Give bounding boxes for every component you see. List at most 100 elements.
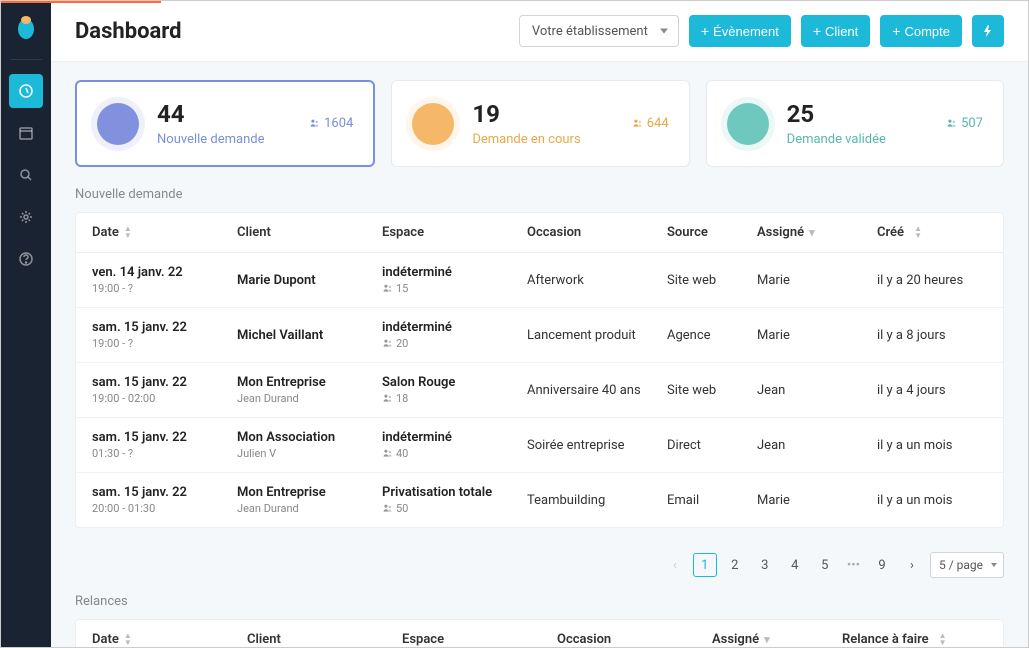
nav-calendar-icon[interactable]	[9, 116, 43, 150]
cell-espace: indéterminé	[382, 265, 527, 280]
cell-cree: il y a un mois	[877, 438, 987, 453]
lightning-icon	[981, 24, 995, 38]
cell-assigne: Marie	[757, 273, 877, 288]
page-prev[interactable]: ‹	[663, 553, 687, 577]
cell-client: Marie Dupont	[237, 273, 382, 288]
table-row[interactable]: sam. 15 janv. 2201:30 - ? Mon Associatio…	[76, 418, 1003, 473]
stat-number: 19	[472, 100, 613, 128]
page-number[interactable]: 2	[723, 553, 747, 577]
nav-settings-icon[interactable]	[9, 200, 43, 234]
plus-icon: +	[892, 23, 900, 39]
cell-time: 01:30 - ?	[92, 447, 237, 460]
cell-occasion: Soirée entreprise	[527, 438, 667, 453]
page-number[interactable]: 3	[753, 553, 777, 577]
cell-date: sam. 15 janv. 22	[92, 375, 237, 390]
header: Dashboard Votre établissement +Évènement…	[51, 1, 1028, 62]
page-number[interactable]: 1	[693, 553, 717, 577]
th-assigne[interactable]: Assigné▾	[712, 632, 842, 647]
cell-client: Mon Entreprise	[237, 375, 382, 390]
cell-espace-count: 15	[382, 282, 527, 295]
cell-occasion: Teambuilding	[527, 493, 667, 508]
stat-label: Nouvelle demande	[157, 132, 291, 147]
cell-cree: il y a 20 heures	[877, 273, 987, 288]
nav-search-icon[interactable]	[9, 158, 43, 192]
section-title: Nouvelle demande	[75, 187, 1004, 202]
cell-source: Email	[667, 493, 757, 508]
stat-card[interactable]: 44 Nouvelle demande 1604	[75, 80, 375, 167]
plus-icon: +	[701, 23, 709, 39]
stat-count: 644	[632, 116, 669, 131]
cell-espace-count: 18	[382, 392, 527, 405]
table-header: Date▲▼ Client Espace Occasion Source Ass…	[76, 213, 1003, 253]
page-next[interactable]: ›	[900, 553, 924, 577]
cell-assigne: Jean	[757, 438, 877, 453]
th-occasion[interactable]: Occasion	[527, 225, 667, 240]
cell-source: Direct	[667, 438, 757, 453]
relances-table: Date▲▼ Client Espace Occasion Assigné▾ R…	[75, 619, 1004, 647]
cell-assigne: Marie	[757, 493, 877, 508]
th-cree[interactable]: Créé▲▼	[877, 225, 987, 240]
cell-client: Mon Entreprise	[237, 485, 382, 500]
th-date[interactable]: Date▲▼	[92, 632, 247, 647]
nav-help-icon[interactable]	[9, 242, 43, 276]
cell-time: 19:00 - ?	[92, 337, 237, 350]
table-row[interactable]: ven. 14 janv. 2219:00 - ? Marie Dupont i…	[76, 253, 1003, 308]
page-size-select[interactable]: 5 / page	[930, 552, 1004, 578]
requests-table: Date▲▼ Client Espace Occasion Source Ass…	[75, 212, 1004, 528]
stat-card[interactable]: 19 Demande en cours 644	[391, 80, 689, 167]
cell-occasion: Anniversaire 40 ans	[527, 383, 667, 398]
cell-cree: il y a 4 jours	[877, 383, 987, 398]
quick-action-button[interactable]	[972, 15, 1004, 47]
filter-icon[interactable]: ▾	[764, 633, 770, 646]
section-title: Relances	[75, 594, 1004, 609]
table-row[interactable]: sam. 15 janv. 2219:00 - 02:00 Mon Entrep…	[76, 363, 1003, 418]
cell-espace-count: 50	[382, 502, 527, 515]
cell-client-sub: Jean Durand	[237, 502, 382, 515]
cell-espace: indéterminé	[382, 320, 527, 335]
cell-occasion: Afterwork	[527, 273, 667, 288]
th-client[interactable]: Client	[247, 632, 402, 647]
cell-client-sub: Jean Durand	[237, 392, 382, 405]
cell-date: sam. 15 janv. 22	[92, 320, 237, 335]
page-title: Dashboard	[75, 19, 509, 44]
stat-circle-icon	[727, 103, 769, 145]
cell-client: Michel Vaillant	[237, 328, 382, 343]
add-event-button[interactable]: +Évènement	[689, 15, 791, 47]
th-occasion[interactable]: Occasion	[557, 632, 712, 647]
cell-cree: il y a 8 jours	[877, 328, 987, 343]
stat-circle-icon	[412, 103, 454, 145]
stat-card[interactable]: 25 Demande validée 507	[706, 80, 1004, 167]
stat-label: Demande validée	[787, 132, 928, 147]
page-last[interactable]: 9	[870, 553, 894, 577]
cell-source: Site web	[667, 383, 757, 398]
th-assigne[interactable]: Assigné▾	[757, 225, 877, 240]
stat-count: 507	[946, 116, 983, 131]
table-row[interactable]: sam. 15 janv. 22 19:00 - ? Michel Vaillan…	[76, 308, 1003, 363]
cell-date: sam. 15 janv. 22	[92, 485, 237, 500]
th-source[interactable]: Source	[667, 225, 757, 240]
cell-client-sub: Julien V	[237, 447, 382, 460]
pagination: ‹ 12345 ••• 9 › 5 / page	[75, 544, 1004, 594]
th-relance[interactable]: Relance à faire▲▼	[842, 632, 987, 647]
app-logo	[14, 13, 38, 41]
cell-espace-count: 40	[382, 447, 527, 460]
filter-icon[interactable]: ▾	[809, 226, 815, 239]
establishment-select[interactable]: Votre établissement	[519, 15, 679, 47]
th-date[interactable]: Date▲▼	[92, 225, 237, 240]
add-client-button[interactable]: +Client	[801, 15, 870, 47]
stat-count: 1604	[309, 116, 353, 131]
stat-number: 25	[787, 100, 928, 128]
page-number[interactable]: 4	[783, 553, 807, 577]
cell-time: 19:00 - ?	[92, 282, 237, 295]
cell-source: Agence	[667, 328, 757, 343]
page-number[interactable]: 5	[813, 553, 837, 577]
sidebar	[1, 1, 51, 647]
cell-client: Mon Association	[237, 430, 382, 445]
nav-dashboard-icon[interactable]	[9, 74, 43, 108]
table-row[interactable]: sam. 15 janv. 2220:00 - 01:30 Mon Entrep…	[76, 473, 1003, 527]
th-espace[interactable]: Espace	[402, 632, 557, 647]
th-espace[interactable]: Espace	[382, 225, 527, 240]
th-client[interactable]: Client	[237, 225, 382, 240]
cell-espace-count: 20	[382, 337, 527, 350]
add-account-button[interactable]: +Compte	[880, 15, 962, 47]
